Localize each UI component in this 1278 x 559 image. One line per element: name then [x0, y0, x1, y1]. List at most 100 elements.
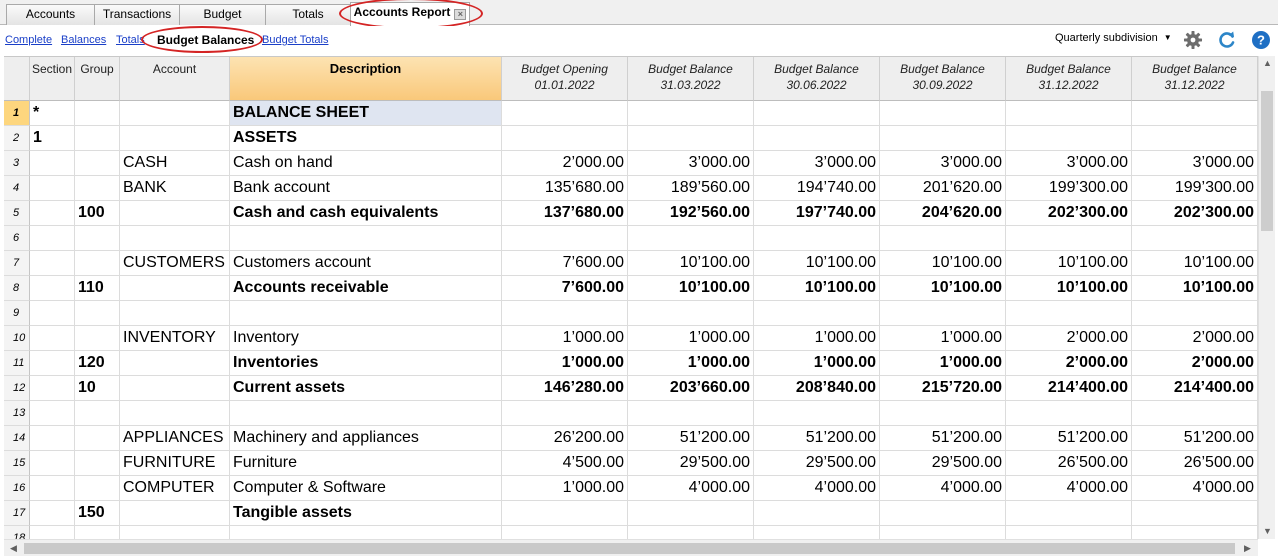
table-row[interactable]: 18 [4, 526, 1258, 539]
cell-amount[interactable]: 51’200.00 [628, 426, 754, 451]
cell-amount[interactable] [502, 401, 628, 426]
cell-description[interactable] [230, 301, 502, 326]
cell-amount[interactable]: 1’000.00 [628, 326, 754, 351]
cell-amount[interactable]: 199’300.00 [1006, 176, 1132, 201]
cell-amount[interactable]: 4’500.00 [502, 451, 628, 476]
cell-section[interactable] [30, 501, 75, 526]
cell-amount[interactable] [1006, 401, 1132, 426]
cell-group[interactable] [75, 226, 120, 251]
cell-account[interactable] [120, 301, 230, 326]
tab-transactions[interactable]: Transactions [94, 4, 180, 25]
cell-amount[interactable]: 203’660.00 [628, 376, 754, 401]
cell-amount[interactable] [754, 501, 880, 526]
view-link-totals[interactable]: Totals [116, 34, 145, 46]
cell-description[interactable]: BALANCE SHEET [230, 101, 502, 126]
cell-amount[interactable] [502, 101, 628, 126]
cell-amount[interactable]: 1’000.00 [880, 326, 1006, 351]
cell-account[interactable]: INVENTORY [120, 326, 230, 351]
cell-amount[interactable]: 51’200.00 [754, 426, 880, 451]
cell-amount[interactable] [628, 526, 754, 539]
cell-section[interactable] [30, 176, 75, 201]
scroll-right-arrow-icon[interactable]: ▶ [1244, 543, 1251, 554]
cell-section[interactable] [30, 376, 75, 401]
table-row[interactable]: 2 1 ASSETS [4, 126, 1258, 151]
close-icon[interactable]: × [454, 9, 467, 20]
cell-description[interactable]: ASSETS [230, 126, 502, 151]
cell-amount[interactable]: 51’200.00 [1006, 426, 1132, 451]
cell-section[interactable] [30, 201, 75, 226]
table-row[interactable]: 16 COMPUTER Computer & Software 1’000.00 4’0… [4, 476, 1258, 501]
cell-section[interactable] [30, 351, 75, 376]
cell-group[interactable]: 100 [75, 201, 120, 226]
cell-amount[interactable]: 10’100.00 [754, 251, 880, 276]
cell-description[interactable] [230, 401, 502, 426]
scroll-left-arrow-icon[interactable]: ◀ [10, 543, 17, 554]
cell-section[interactable]: * [30, 101, 75, 126]
cell-section[interactable] [30, 151, 75, 176]
cell-amount[interactable] [628, 126, 754, 151]
table-row[interactable]: 11 120 Inventories 1’000.00 1’000.00 1’000.00… [4, 351, 1258, 376]
header-account[interactable]: Account [120, 57, 230, 101]
cell-amount[interactable]: 1’000.00 [628, 351, 754, 376]
cell-amount[interactable]: 10’100.00 [880, 276, 1006, 301]
cell-amount[interactable]: 26’500.00 [1006, 451, 1132, 476]
cell-account[interactable] [120, 376, 230, 401]
cell-amount[interactable] [754, 301, 880, 326]
cell-amount[interactable]: 2’000.00 [1132, 351, 1258, 376]
cell-description[interactable]: Current assets [230, 376, 502, 401]
cell-amount[interactable] [628, 501, 754, 526]
cell-amount[interactable] [754, 401, 880, 426]
cell-amount[interactable] [1132, 501, 1258, 526]
table-row[interactable]: 15 FURNITURE Furniture 4’500.00 29’500.00 29’… [4, 451, 1258, 476]
cell-group[interactable] [75, 151, 120, 176]
cell-amount[interactable]: 26’500.00 [1132, 451, 1258, 476]
header-description[interactable]: Description [230, 57, 502, 101]
cell-amount[interactable] [880, 526, 1006, 539]
cell-amount[interactable]: 192’560.00 [628, 201, 754, 226]
cell-amount[interactable]: 202’300.00 [1006, 201, 1132, 226]
cell-group[interactable] [75, 326, 120, 351]
cell-description[interactable]: Inventories [230, 351, 502, 376]
cell-amount[interactable] [1132, 226, 1258, 251]
table-row[interactable]: 12 10 Current assets 146’280.00 203’660.00 20… [4, 376, 1258, 401]
view-link-budget-totals[interactable]: Budget Totals [262, 34, 328, 46]
cell-amount[interactable]: 51’200.00 [880, 426, 1006, 451]
table-row[interactable]: 3 CASH Cash on hand 2’000.00 3’000.00 3’000.0… [4, 151, 1258, 176]
table-row[interactable]: 1 * BALANCE SHEET [4, 101, 1258, 126]
cell-amount[interactable] [880, 101, 1006, 126]
cell-section[interactable] [30, 301, 75, 326]
cell-amount[interactable]: 1’000.00 [502, 351, 628, 376]
cell-amount[interactable] [502, 526, 628, 539]
cell-group[interactable] [75, 476, 120, 501]
cell-account[interactable]: CASH [120, 151, 230, 176]
cell-amount[interactable] [1006, 301, 1132, 326]
cell-amount[interactable]: 197’740.00 [754, 201, 880, 226]
cell-amount[interactable] [628, 301, 754, 326]
cell-amount[interactable]: 4’000.00 [754, 476, 880, 501]
vertical-scroll-thumb[interactable] [1261, 91, 1273, 231]
cell-amount[interactable]: 199’300.00 [1132, 176, 1258, 201]
cell-section[interactable] [30, 251, 75, 276]
horizontal-scroll-thumb[interactable] [24, 543, 1235, 554]
cell-section[interactable]: 1 [30, 126, 75, 151]
refresh-icon[interactable] [1217, 30, 1237, 50]
cell-amount[interactable]: 51’200.00 [1132, 426, 1258, 451]
scroll-up-arrow-icon[interactable]: ▲ [1263, 58, 1272, 68]
cell-amount[interactable] [880, 126, 1006, 151]
cell-amount[interactable]: 201’620.00 [880, 176, 1006, 201]
tab-accounts[interactable]: Accounts [6, 4, 95, 25]
header-section[interactable]: Section [30, 57, 75, 101]
cell-amount[interactable]: 10’100.00 [1132, 251, 1258, 276]
cell-amount[interactable]: 10’100.00 [754, 276, 880, 301]
cell-account[interactable]: APPLIANCES [120, 426, 230, 451]
cell-amount[interactable] [628, 101, 754, 126]
cell-account[interactable] [120, 201, 230, 226]
cell-amount[interactable]: 2’000.00 [502, 151, 628, 176]
header-amount-column[interactable]: Budget Balance 31.03.2022 [628, 57, 754, 101]
cell-amount[interactable]: 208’840.00 [754, 376, 880, 401]
cell-amount[interactable] [1006, 526, 1132, 539]
header-group[interactable]: Group [75, 57, 120, 101]
scroll-down-arrow-icon[interactable]: ▼ [1263, 526, 1272, 536]
cell-section[interactable] [30, 226, 75, 251]
cell-amount[interactable]: 1’000.00 [502, 476, 628, 501]
